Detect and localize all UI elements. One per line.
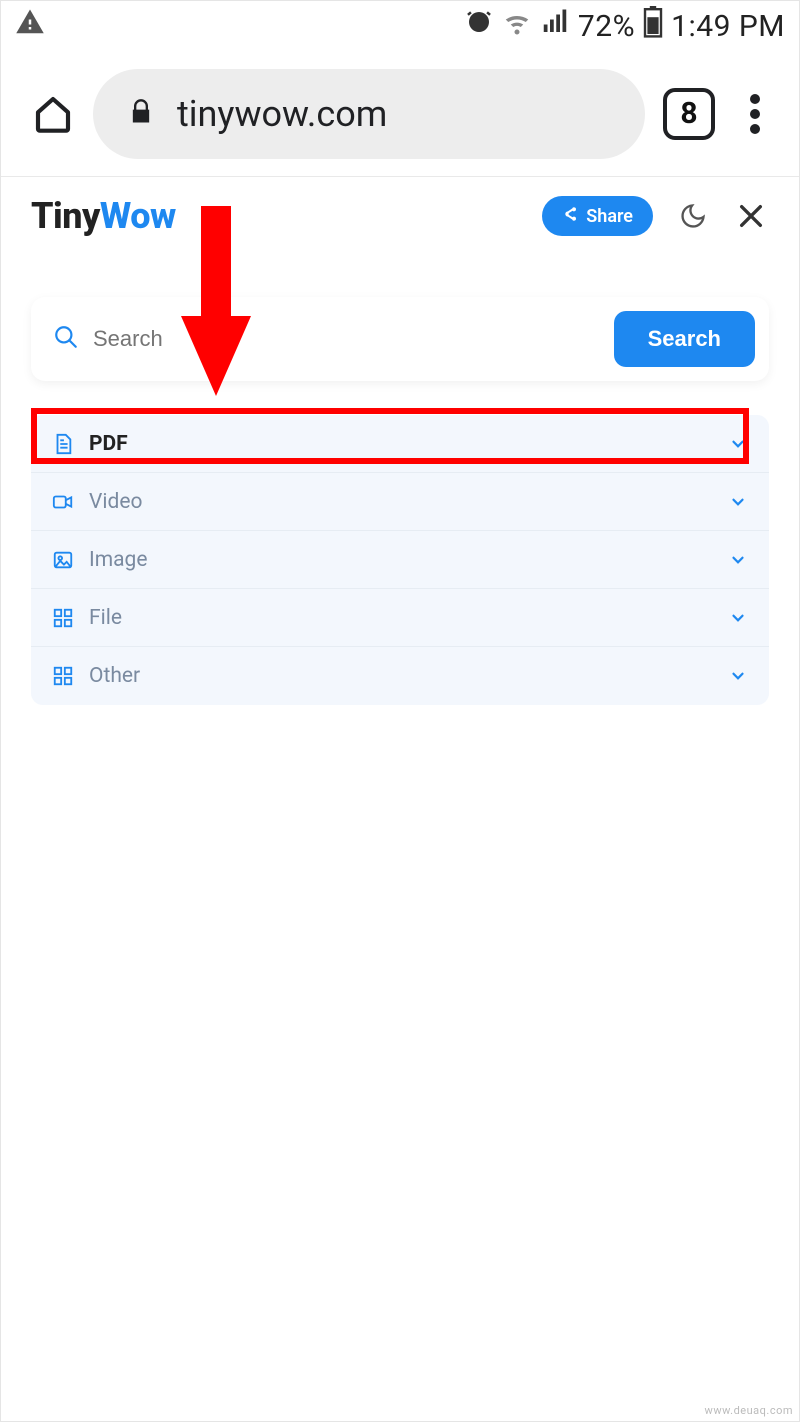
category-label: Other	[89, 664, 140, 688]
search-icon	[53, 324, 79, 354]
share-button[interactable]: Share	[542, 196, 653, 236]
search-button[interactable]: Search	[614, 311, 755, 367]
overflow-menu-button[interactable]	[733, 92, 777, 136]
chevron-down-icon	[727, 607, 749, 629]
category-label: Video	[89, 490, 142, 514]
battery-percent: 72%	[578, 9, 635, 44]
browser-toolbar: tinywow.com 8	[1, 51, 799, 177]
share-icon	[562, 206, 578, 227]
lock-icon	[127, 98, 155, 130]
url-text: tinywow.com	[177, 93, 387, 135]
search-input[interactable]	[93, 326, 598, 352]
chevron-down-icon	[727, 549, 749, 571]
category-label: File	[89, 606, 122, 630]
document-icon	[51, 432, 75, 456]
category-list: PDF Video Image File	[31, 415, 769, 705]
grid-icon	[51, 664, 75, 688]
address-bar[interactable]: tinywow.com	[93, 69, 645, 159]
category-item-other[interactable]: Other	[31, 647, 769, 705]
close-button[interactable]	[733, 198, 769, 234]
search-button-label: Search	[648, 326, 721, 351]
status-bar: 72% 1:49 PM	[1, 1, 799, 51]
category-label: Image	[89, 548, 147, 572]
category-item-file[interactable]: File	[31, 589, 769, 647]
tab-switcher[interactable]: 8	[663, 88, 715, 140]
share-label: Share	[586, 206, 633, 227]
search-card: Search	[31, 297, 769, 381]
site-logo[interactable]: TinyWow	[31, 195, 176, 237]
logo-text-primary: Tiny	[31, 195, 100, 237]
battery-icon	[643, 6, 663, 46]
grid-icon	[51, 606, 75, 630]
tab-count-value: 8	[680, 96, 697, 131]
chevron-down-icon	[727, 665, 749, 687]
alarm-icon	[464, 7, 494, 45]
signal-icon	[540, 7, 570, 45]
warning-icon	[15, 7, 45, 45]
dark-mode-toggle[interactable]	[677, 200, 709, 232]
category-item-image[interactable]: Image	[31, 531, 769, 589]
chevron-down-icon	[727, 433, 749, 455]
clock-time: 1:49 PM	[671, 9, 785, 44]
watermark: www.deuaq.com	[705, 1404, 793, 1417]
home-button[interactable]	[31, 92, 75, 136]
category-item-pdf[interactable]: PDF	[31, 415, 769, 473]
chevron-down-icon	[727, 491, 749, 513]
category-item-video[interactable]: Video	[31, 473, 769, 531]
wifi-icon	[502, 7, 532, 45]
site-header: TinyWow Share	[1, 177, 799, 249]
logo-text-secondary: Wow	[100, 195, 176, 237]
category-label: PDF	[89, 432, 128, 456]
image-icon	[51, 548, 75, 572]
video-icon	[51, 490, 75, 514]
